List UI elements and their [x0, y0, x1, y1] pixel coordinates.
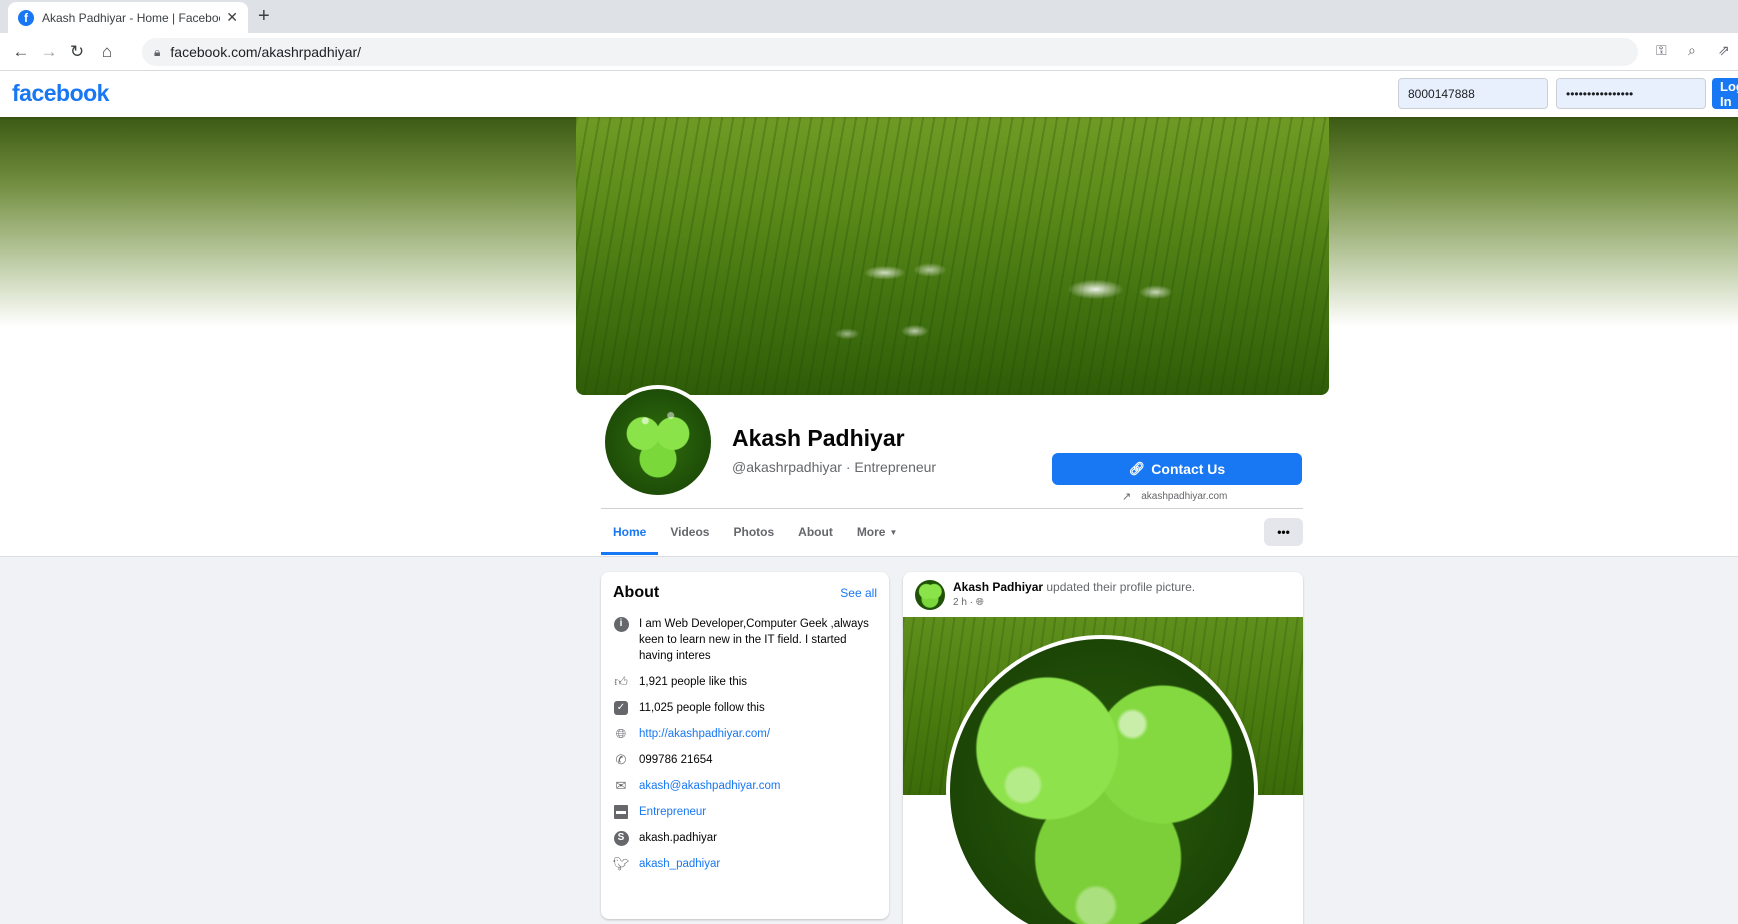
post-author-link[interactable]: Akash Padhiyar	[953, 580, 1043, 594]
post-card: Akash Padhiyar updated their profile pic…	[903, 572, 1303, 924]
website-link-text: akashpadhiyar.com	[1141, 491, 1228, 502]
follows-row: ✓ 11,025 people follow this	[613, 700, 877, 716]
tab-videos[interactable]: Videos	[658, 509, 721, 555]
url-text: facebook.com/akashrpadhiyar/	[170, 44, 362, 60]
skype-username: akash.padhiyar	[639, 832, 717, 844]
envelope-icon: ✉	[615, 778, 627, 793]
address-bar: ← → ↻ ⌂ 🔒︎ facebook.com/akashrpadhiyar/ …	[0, 33, 1738, 71]
profile-picture[interactable]	[601, 385, 715, 499]
login-button[interactable]: Log In	[1712, 78, 1738, 109]
tab-more-label: More	[856, 525, 886, 539]
home-icon[interactable]: ⌂	[96, 41, 118, 63]
new-tab-icon[interactable]: +	[258, 5, 270, 28]
website-row: 🌐︎ http://akashpadhiyar.com/	[613, 726, 877, 742]
likes-row: 👍︎ 1,921 people like this	[613, 674, 877, 690]
email-field[interactable]	[1398, 78, 1548, 109]
website-link[interactable]: ↗ akashpadhiyar.com	[1122, 490, 1227, 503]
zoom-icon[interactable]: ⌕	[1688, 42, 1696, 59]
tab-more[interactable]: More ▼	[845, 509, 910, 555]
tab-about[interactable]: About	[786, 509, 845, 555]
share-icon[interactable]: ⇗	[1718, 42, 1730, 59]
phone-number: 099786 21654	[639, 754, 713, 766]
tab-title: Akash Padhiyar - Home | Facebook	[42, 10, 221, 25]
skype-row: S akash.padhiyar	[613, 830, 877, 846]
about-card: About See all i I am Web Developer,Compu…	[601, 572, 889, 919]
email-row: ✉ akash@akashpadhiyar.com	[613, 778, 877, 794]
back-icon[interactable]: ←	[10, 41, 32, 63]
skype-icon: S	[613, 830, 629, 846]
clover-avatar-image	[605, 389, 711, 495]
facebook-favicon-icon: f	[18, 9, 34, 26]
contact-us-label: Contact Us	[1151, 461, 1226, 477]
reload-icon[interactable]: ↻	[66, 41, 88, 63]
tab-home[interactable]: Home	[601, 509, 659, 555]
website-url-link[interactable]: http://akashpadhiyar.com/	[639, 726, 770, 742]
likes-count: 1,921 people like this	[639, 676, 748, 688]
phone-icon: ✆	[615, 752, 627, 767]
phone-row: ✆ 099786 21654	[613, 752, 877, 768]
twitter-row: 🐦︎ akash_padhiyar	[613, 856, 877, 872]
see-all-link[interactable]: See all	[840, 586, 877, 600]
ellipsis-icon: •••	[1277, 525, 1290, 539]
info-icon: i	[613, 616, 629, 632]
category-icon: ▬	[614, 805, 628, 819]
password-field[interactable]	[1556, 78, 1706, 109]
browser-tab-bar: f Akash Padhiyar - Home | Facebook ✕ +	[0, 0, 1738, 33]
twitter-link[interactable]: akash_padhiyar	[639, 856, 720, 872]
thumbs-up-icon: 👍︎	[614, 674, 628, 689]
profile-handle: @akashrpadhiyar · Entrepreneur	[732, 459, 937, 475]
about-description-row: i I am Web Developer,Computer Geek ,alwa…	[613, 616, 877, 664]
follows-count: 11,025 people follow this	[639, 702, 765, 714]
globe-privacy-icon: 🌐︎	[975, 597, 984, 608]
globe-icon: 🌐︎	[615, 726, 627, 741]
post-time-text: 2 h ·	[953, 597, 976, 608]
browser-tab[interactable]: f Akash Padhiyar - Home | Facebook ✕	[8, 2, 248, 33]
link-icon: 🔗︎	[1128, 461, 1146, 476]
twitter-icon: 🐦︎	[612, 856, 630, 871]
post-avatar[interactable]	[915, 580, 945, 610]
forward-icon[interactable]: →	[38, 41, 60, 63]
cover-photo[interactable]	[576, 117, 1329, 395]
close-tab-icon[interactable]: ✕	[226, 9, 238, 26]
tab-photos[interactable]: Photos	[721, 509, 786, 555]
key-icon[interactable]: ⚿	[1656, 42, 1667, 59]
contact-us-button[interactable]: 🔗︎ Contact Us	[1052, 453, 1302, 485]
about-description: I am Web Developer,Computer Geek ,always…	[639, 618, 869, 662]
facebook-logo[interactable]: facebook	[12, 80, 109, 107]
post-image[interactable]	[903, 617, 1303, 924]
post-action-text: updated their profile picture.	[1043, 580, 1196, 594]
url-field[interactable]: 🔒︎ facebook.com/akashrpadhiyar/	[142, 38, 1638, 66]
email-link[interactable]: akash@akashpadhiyar.com	[639, 778, 780, 794]
external-link-icon: ↗	[1122, 491, 1132, 503]
profile-tabs: Home Videos Photos About More ▼	[601, 509, 909, 555]
category-row: ▬ Entrepreneur	[613, 804, 877, 820]
page-title: Akash Padhiyar	[732, 425, 905, 451]
facebook-header: facebook Log In	[0, 71, 1738, 117]
about-title: About	[613, 584, 660, 601]
category-link[interactable]: Entrepreneur	[639, 804, 706, 820]
profile-header: Akash Padhiyar @akashrpadhiyar · Entrepr…	[0, 117, 1738, 557]
post-timestamp[interactable]: 2 h · 🌐︎	[953, 597, 1195, 608]
follow-check-icon: ✓	[613, 700, 629, 716]
lock-icon[interactable]: 🔒︎	[154, 45, 160, 60]
caret-down-icon: ▼	[889, 527, 898, 537]
more-options-button[interactable]: •••	[1264, 518, 1303, 546]
